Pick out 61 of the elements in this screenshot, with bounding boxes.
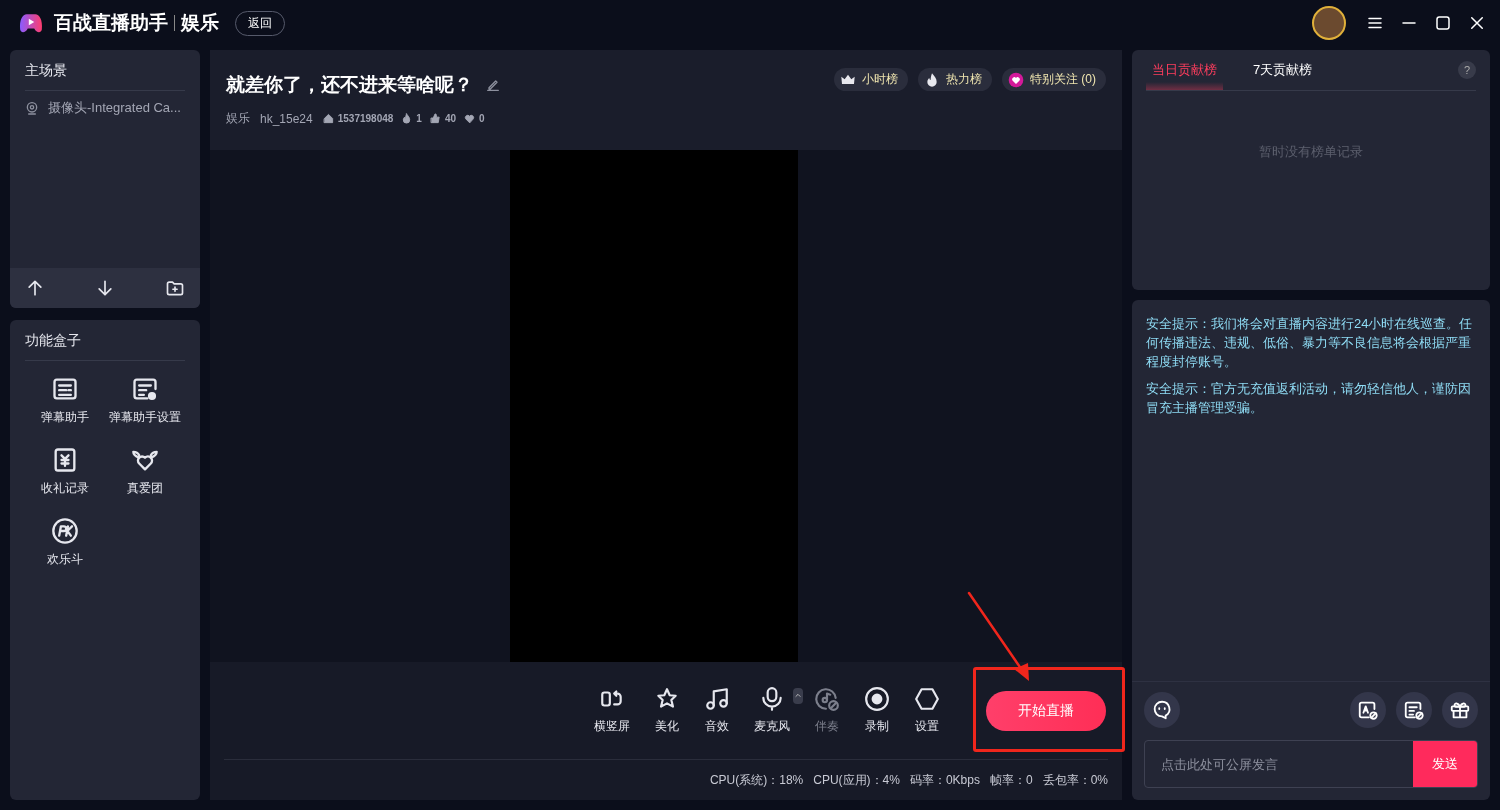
status-stat: 帧率：0 — [989, 771, 1033, 789]
edit-icon[interactable] — [485, 77, 501, 93]
caret-up-icon[interactable] — [793, 688, 803, 704]
toolbar-button[interactable]: 横竖屏 — [594, 686, 630, 735]
safety-notice: 安全提示：官方无充值返利活动，请勿轻信他人，谨防因冒充主播管理受骗。 — [1146, 380, 1472, 417]
toolbar-button[interactable]: 音效 — [704, 686, 730, 735]
send-button[interactable]: 发送 — [1413, 741, 1477, 787]
help-button[interactable]: ? — [1458, 61, 1476, 79]
maximize-icon[interactable] — [1434, 14, 1452, 32]
folder-add-icon[interactable] — [165, 278, 185, 298]
camera-icon — [24, 100, 40, 116]
username: hk_15e24 — [260, 111, 313, 126]
avatar[interactable] — [1312, 6, 1346, 40]
safety-notice: 安全提示：我们将会对直播内容进行24小时在线巡查。任何传播违法、违规、低俗、暴力等不良信息将会根据严重程度封停账号。 — [1146, 315, 1474, 371]
panel-title: 功能盒子 — [24, 331, 82, 350]
music-note-icon — [704, 686, 730, 712]
status-stat: 码率：0Kbps — [909, 771, 980, 789]
panel-title: 主场景 — [24, 61, 68, 80]
status-stat: CPU(应用)：4% — [813, 771, 900, 789]
heart-icon — [464, 113, 476, 124]
function-item[interactable]: 弹幕助手设置 — [105, 375, 185, 426]
stream-category: 娱乐 — [226, 110, 250, 127]
follow-count: 0 — [479, 113, 485, 124]
rank-badge[interactable]: 小时榜 — [834, 68, 908, 91]
toolbar-button[interactable]: 美化 — [654, 686, 680, 735]
scene-item[interactable]: 摄像头-Integrated Ca... — [24, 99, 186, 117]
status-stat: CPU(系统)：18% — [709, 771, 804, 789]
toolbar-button[interactable]: 麦克风 — [754, 686, 790, 735]
chat-input-field[interactable]: 点击此处可公屏发言 发送 — [1144, 740, 1478, 788]
stream-title: 就差你了，还不进来等啥呢？ — [226, 73, 473, 97]
function-item[interactable]: 收礼记录 — [25, 446, 105, 497]
microphone-icon — [759, 686, 785, 712]
pk-icon — [51, 517, 79, 545]
house-icon — [322, 113, 334, 124]
toolbar-button[interactable]: 设置 — [914, 686, 940, 735]
ranking-tab[interactable]: 7天贡献榜 — [1247, 50, 1319, 90]
flame-icon — [401, 113, 413, 124]
heat-count: 1 — [416, 113, 422, 124]
app-category: 娱乐 — [181, 11, 219, 35]
arrow-up-icon[interactable] — [25, 278, 45, 298]
disc-blocked-icon — [814, 686, 840, 712]
close-icon[interactable] — [1468, 14, 1486, 32]
app-name: 百战直播助手 — [54, 11, 168, 35]
record-icon — [864, 686, 890, 712]
rank-badge[interactable]: 特别关注 (0) — [1002, 68, 1106, 91]
room-id: 1537198048 — [337, 113, 394, 124]
text-blocked-icon[interactable] — [1357, 699, 1379, 721]
function-item[interactable]: 真爱团 — [105, 446, 185, 497]
toolbar-button[interactable]: 录制 — [864, 686, 890, 735]
arrow-down-icon[interactable] — [95, 278, 115, 298]
status-stat: 丢包率：0% — [1042, 771, 1108, 789]
flame-icon — [924, 71, 940, 88]
hexagon-icon — [914, 686, 940, 712]
rank-badge[interactable]: 热力榜 — [918, 68, 992, 91]
thumbs-up-icon — [429, 113, 441, 124]
like-count: 40 — [444, 113, 457, 124]
start-live-button[interactable]: 开始直播 — [986, 690, 1106, 731]
chat-bubble-icon[interactable] — [1151, 699, 1173, 721]
function-item[interactable]: 弹幕助手 — [25, 375, 105, 426]
function-item[interactable]: 欢乐斗 — [25, 517, 105, 568]
list-blocked-icon[interactable] — [1403, 699, 1425, 721]
